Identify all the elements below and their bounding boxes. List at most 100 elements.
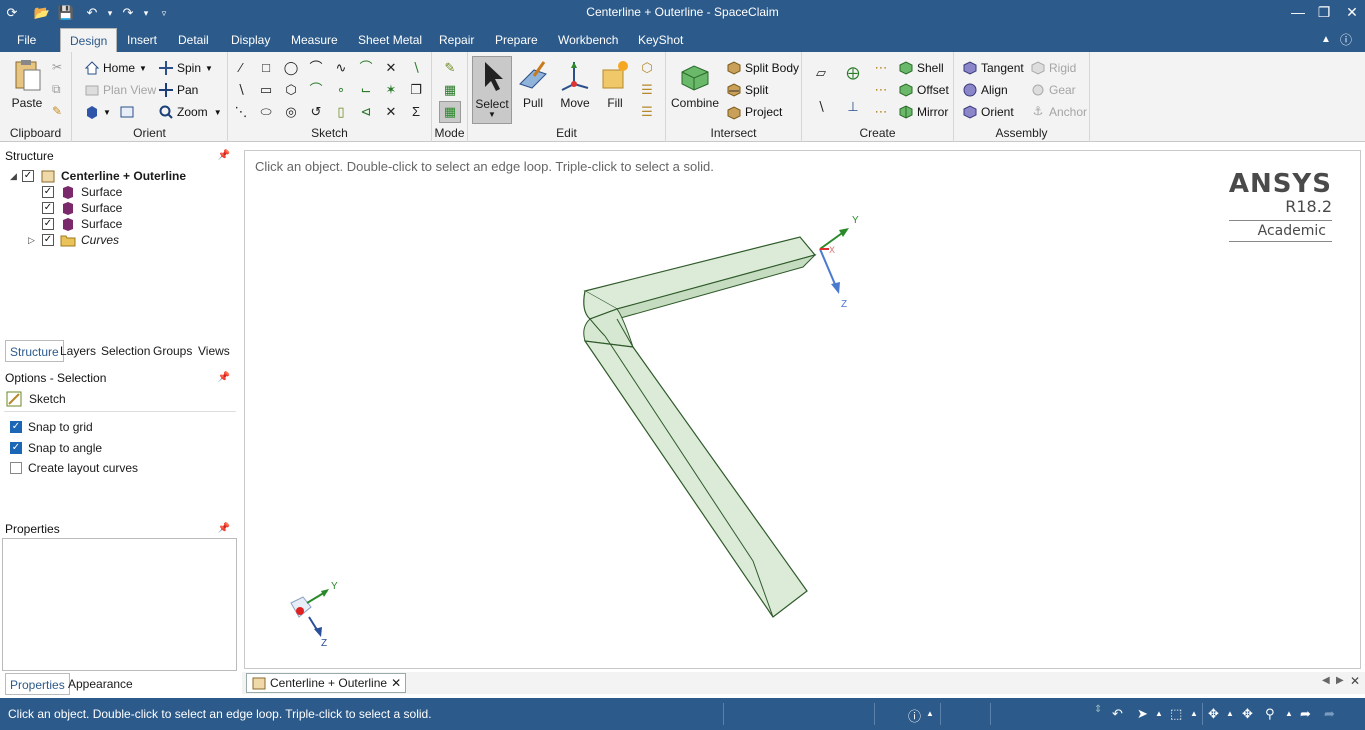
- combine-button[interactable]: Combine: [670, 56, 720, 122]
- offset-curve-icon[interactable]: ❐: [407, 81, 425, 99]
- tree-item-surface-3[interactable]: ✓ Surface: [42, 216, 122, 232]
- corner-tool-icon[interactable]: ⌙: [357, 81, 375, 99]
- rigid-button[interactable]: Rigid: [1030, 60, 1076, 76]
- tab-sheet-metal[interactable]: Sheet Metal: [349, 28, 431, 52]
- circle-tool-icon[interactable]: ◯: [282, 59, 300, 77]
- trim-tool-icon[interactable]: ✕: [382, 59, 400, 77]
- pan-button[interactable]: Pan: [158, 82, 198, 98]
- tab-layers[interactable]: Layers: [56, 340, 100, 362]
- create-layout-curves-checkbox[interactable]: [10, 462, 22, 474]
- box-select-dropdown-icon[interactable]: ▲: [1190, 709, 1198, 718]
- stack-icon[interactable]: ☰: [638, 81, 656, 99]
- coordinate-system-icon[interactable]: ⊥: [844, 98, 862, 116]
- tree-item-surface-1[interactable]: ✓ Surface: [42, 184, 122, 200]
- create-layout-curves-option[interactable]: Create layout curves: [10, 461, 138, 475]
- close-tab-icon[interactable]: ✕: [391, 676, 401, 690]
- 3d-viewport[interactable]: Click an object. Double-click to select …: [244, 150, 1361, 669]
- line-tool-icon[interactable]: ∕: [232, 59, 250, 77]
- origin-icon[interactable]: ⨁: [844, 64, 862, 82]
- tab-file[interactable]: File: [8, 28, 45, 52]
- pan-status-icon[interactable]: ✥: [1242, 706, 1253, 722]
- plane-icon[interactable]: ▱: [812, 64, 830, 82]
- construction-line-icon[interactable]: ⋱: [232, 103, 250, 121]
- scroll-up-down-icon[interactable]: ⇕: [1094, 704, 1102, 715]
- arc-tool-icon[interactable]: ⌒: [307, 59, 325, 77]
- tab-measure[interactable]: Measure: [282, 28, 347, 52]
- paste-button[interactable]: Paste: [4, 56, 50, 122]
- axis-icon[interactable]: ∖: [812, 98, 830, 116]
- linear-pattern-icon[interactable]: ⋯: [872, 59, 890, 77]
- blend-icon[interactable]: ⬡: [638, 59, 656, 77]
- tab-properties[interactable]: Properties: [5, 673, 70, 695]
- tree-item-surface-2[interactable]: ✓ Surface: [42, 200, 122, 216]
- centerline[interactable]: [604, 335, 754, 562]
- three-point-arc-icon[interactable]: ↺: [307, 103, 325, 121]
- format-painter-icon[interactable]: ✎: [52, 104, 62, 118]
- tangent-arc-icon[interactable]: ⌒: [357, 59, 375, 77]
- surface-1-checkbox[interactable]: ✓: [42, 186, 54, 198]
- spin-status-icon[interactable]: ✥: [1208, 706, 1219, 722]
- info-dropdown-icon[interactable]: ▲: [926, 709, 934, 718]
- view-cube-button[interactable]: ▼: [84, 104, 138, 120]
- tab-keyshot[interactable]: KeyShot: [629, 28, 692, 52]
- bent-pipe-model[interactable]: [583, 236, 817, 618]
- three-point-rect-icon[interactable]: ▭: [257, 81, 275, 99]
- tab-workbench[interactable]: Workbench: [549, 28, 627, 52]
- tab-display[interactable]: Display: [222, 28, 279, 52]
- close-all-icon[interactable]: ✕: [1350, 674, 1360, 688]
- measure-status-icon[interactable]: ➦: [1300, 706, 1311, 722]
- help-icon[interactable]: ⓘ: [1336, 28, 1356, 52]
- 3d-mode-icon[interactable]: ▦: [439, 101, 461, 123]
- tab-detail[interactable]: Detail: [169, 28, 218, 52]
- project-button[interactable]: Project: [726, 104, 782, 120]
- tab-design[interactable]: Design: [60, 28, 118, 52]
- tab-appearance[interactable]: Appearance: [64, 673, 137, 695]
- scroll-left-icon[interactable]: ◀: [1322, 675, 1330, 686]
- tab-groups[interactable]: Groups: [149, 340, 196, 362]
- tree-root-checkbox[interactable]: ✓: [22, 170, 34, 182]
- mirror-button[interactable]: Mirror: [898, 104, 948, 120]
- zoom-status-icon[interactable]: ⚲: [1265, 706, 1275, 722]
- sketch-mode-icon[interactable]: ✎: [441, 59, 459, 77]
- zoom-button[interactable]: Zoom ▼: [158, 104, 222, 120]
- surface-3-checkbox[interactable]: ✓: [42, 218, 54, 230]
- select-mode-dropdown-icon[interactable]: ▲: [1155, 709, 1163, 718]
- align-button[interactable]: Align: [962, 82, 1008, 98]
- rectangle-tool-icon[interactable]: □: [257, 59, 275, 77]
- tab-repair[interactable]: Repair: [430, 28, 483, 52]
- tangent-line-icon[interactable]: ∖: [232, 81, 250, 99]
- plan-view-button[interactable]: Plan View: [84, 82, 156, 98]
- tree-item-curves[interactable]: ▷ ✓ Curves: [28, 232, 119, 248]
- split-line-icon[interactable]: ✶: [382, 81, 400, 99]
- split-button[interactable]: Split: [726, 82, 768, 98]
- project-curve-icon[interactable]: ⊲: [357, 103, 375, 121]
- orient-assembly-button[interactable]: Orient: [962, 104, 1014, 120]
- pin-icon[interactable]: 📌: [218, 520, 230, 538]
- tangent-button[interactable]: Tangent: [962, 60, 1024, 76]
- split-body-button[interactable]: Split Body: [726, 60, 799, 76]
- tab-structure[interactable]: Structure: [5, 340, 64, 362]
- gear-button[interactable]: Gear: [1030, 82, 1076, 98]
- fill-pattern-icon[interactable]: ⋯: [872, 103, 890, 121]
- three-point-circle-icon[interactable]: ◎: [282, 103, 300, 121]
- extend-tool-icon[interactable]: ✕: [382, 103, 400, 121]
- select-button[interactable]: Select ▼: [472, 56, 512, 124]
- polygon-tool-icon[interactable]: ⬡: [282, 81, 300, 99]
- sweep-arc-icon[interactable]: ⌒: [307, 81, 325, 99]
- sum-tool-icon[interactable]: Σ: [407, 103, 425, 121]
- zoom-dropdown-icon[interactable]: ▲: [1285, 709, 1293, 718]
- pin-icon[interactable]: 📌: [218, 147, 230, 165]
- restore-button[interactable]: ❐: [1310, 2, 1338, 22]
- pin-icon[interactable]: 📌: [218, 369, 230, 387]
- surface-2-checkbox[interactable]: ✓: [42, 202, 54, 214]
- circular-pattern-icon[interactable]: ⋯: [872, 81, 890, 99]
- point-tool-icon[interactable]: ∘: [332, 81, 350, 99]
- shell-button[interactable]: Shell: [898, 60, 944, 76]
- scroll-right-icon[interactable]: ▶: [1336, 675, 1344, 686]
- layers-icon[interactable]: ☰: [638, 103, 656, 121]
- minimize-button[interactable]: —: [1284, 2, 1312, 22]
- offset-button[interactable]: Offset: [898, 82, 949, 98]
- collapse-icon[interactable]: ◢: [10, 171, 22, 182]
- fill-button[interactable]: Fill: [592, 56, 638, 122]
- copy-icon[interactable]: ⧉: [52, 82, 61, 97]
